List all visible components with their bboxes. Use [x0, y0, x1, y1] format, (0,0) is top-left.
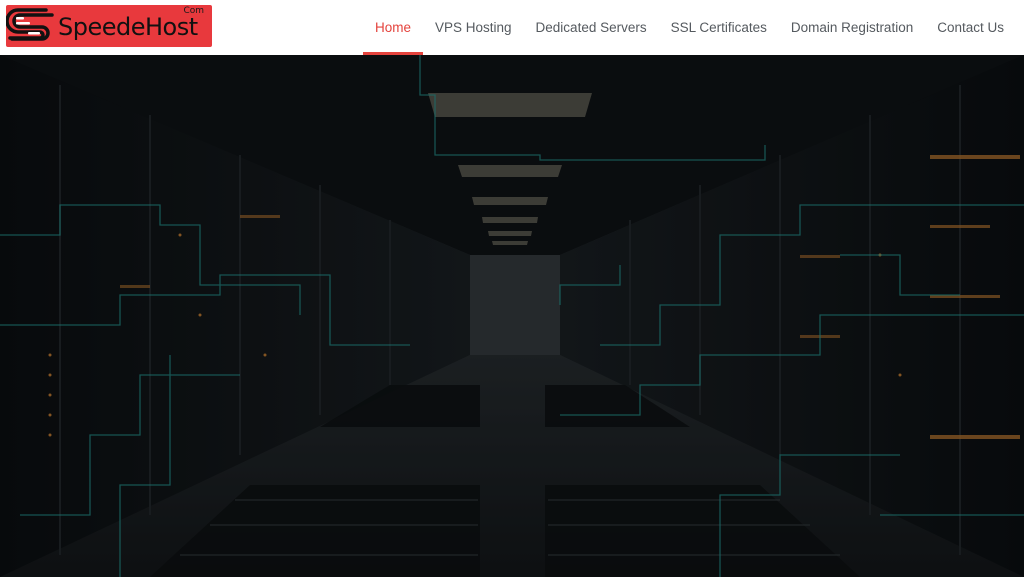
- hero-server-room-image: [0, 55, 1024, 577]
- nav-item-ssl-certificates[interactable]: SSL Certificates: [659, 0, 779, 55]
- main-nav: Home VPS Hosting Dedicated Servers SSL C…: [362, 0, 1016, 55]
- hero-banner: [0, 55, 1024, 577]
- nav-item-home[interactable]: Home: [362, 0, 423, 55]
- logo-wordmark: SpeedeHost: [58, 13, 198, 41]
- site-logo[interactable]: Com SpeedeHost: [6, 5, 212, 47]
- nav-item-vps-hosting[interactable]: VPS Hosting: [423, 0, 524, 55]
- site-header: Com SpeedeHost Home VPS Hosting Dedicate…: [0, 0, 1024, 55]
- nav-item-domain-registration[interactable]: Domain Registration: [779, 0, 925, 55]
- nav-item-contact-us[interactable]: Contact Us: [925, 0, 1016, 55]
- nav-item-dedicated-servers[interactable]: Dedicated Servers: [524, 0, 659, 55]
